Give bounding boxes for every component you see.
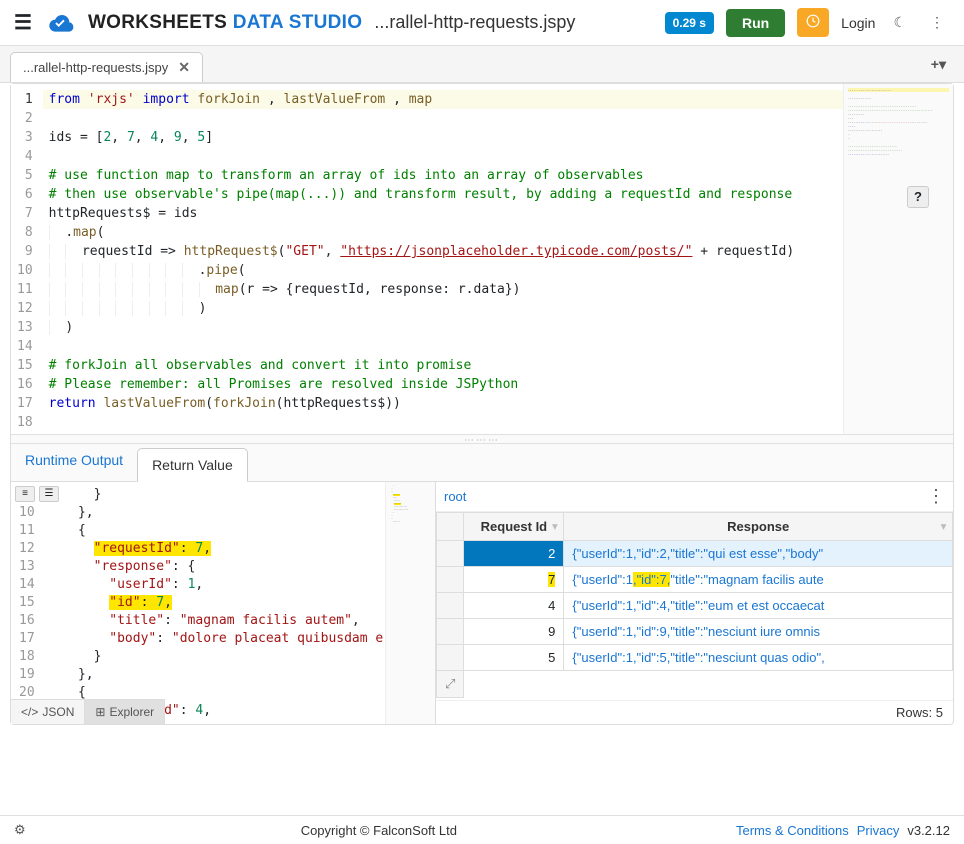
table-row[interactable]: 7{"userId":1,"id":7,"title":"magnam faci… — [437, 567, 953, 593]
editor-code[interactable]: from 'rxjs' import forkJoin , lastValueF… — [43, 84, 843, 434]
col-header-request-id[interactable]: Request Id▾ — [464, 513, 564, 541]
clock-icon — [806, 16, 820, 31]
privacy-link[interactable]: Privacy — [857, 823, 900, 838]
view-mode-explorer[interactable]: ⊞Explorer — [85, 700, 165, 724]
table-row[interactable]: 9{"userId":1,"id":9,"title":"nesciunt iu… — [437, 619, 953, 645]
cell-request-id[interactable]: 7 — [464, 567, 564, 593]
run-button[interactable]: Run — [726, 9, 785, 37]
editor-minimap[interactable]: ------------------------ ------------- -… — [843, 84, 953, 434]
code-editor[interactable]: 123456789101112131415161718 from 'rxjs' … — [11, 84, 953, 434]
run-time-badge: 0.29 s — [665, 12, 714, 34]
cell-request-id[interactable]: 9 — [464, 619, 564, 645]
terms-link[interactable]: Terms & Conditions — [736, 823, 849, 838]
editor-tab[interactable]: ...rallel-http-requests.jspy ✕ — [10, 52, 203, 82]
code-icon: </> — [21, 705, 38, 719]
result-grid[interactable]: Request Id▾ Response▾ 2{"userId":1,"id":… — [436, 512, 953, 698]
add-tab-button[interactable]: +▾ — [923, 52, 954, 77]
json-minimap[interactable]: - - - ------ ---- ----- ------ ---------… — [385, 482, 435, 724]
close-tab-icon[interactable]: ✕ — [178, 59, 190, 76]
table-row[interactable]: 4{"userId":1,"id":4,"title":"eum et est … — [437, 593, 953, 619]
view-mode-json[interactable]: </>JSON — [11, 700, 85, 724]
grid-icon: ⊞ — [95, 705, 105, 719]
tab-return-value[interactable]: Return Value — [137, 448, 248, 482]
row-grip[interactable] — [437, 541, 464, 567]
file-title: ...rallel-http-requests.jspy — [374, 12, 575, 33]
menu-icon[interactable]: ☰ — [14, 10, 32, 35]
cell-request-id[interactable]: 2 — [464, 541, 564, 567]
version-label: v3.2.12 — [907, 823, 950, 838]
expand-rows-icon[interactable]: ⤢ — [437, 671, 464, 698]
cell-request-id[interactable]: 5 — [464, 645, 564, 671]
table-row[interactable]: 2{"userId":1,"id":2,"title":"qui est ess… — [437, 541, 953, 567]
row-grip[interactable] — [437, 619, 464, 645]
cell-response[interactable]: {"userId":1,"id":5,"title":"nesciunt qua… — [564, 645, 953, 671]
theme-toggle-icon[interactable]: ☾ — [887, 10, 912, 35]
copyright-text: Copyright © FalconSoft Ltd — [26, 823, 732, 838]
table-row[interactable]: 5{"userId":1,"id":5,"title":"nesciunt qu… — [437, 645, 953, 671]
cell-response[interactable]: {"userId":1,"id":2,"title":"qui est esse… — [564, 541, 953, 567]
cell-response[interactable]: {"userId":1,"id":4,"title":"eum et est o… — [564, 593, 953, 619]
list-view-icon[interactable]: ≡ — [15, 486, 35, 502]
json-gutter: 9101112131415161718192021 — [11, 482, 43, 724]
row-grip[interactable] — [437, 645, 464, 671]
tab-label: ...rallel-http-requests.jspy — [23, 60, 168, 75]
cell-request-id[interactable]: 4 — [464, 593, 564, 619]
filter-icon[interactable]: ▾ — [941, 521, 946, 532]
schedule-button[interactable] — [797, 8, 829, 37]
json-viewer[interactable]: } }, { "requestId": 7, "response": { "us… — [43, 482, 385, 724]
col-header-response[interactable]: Response▾ — [564, 513, 953, 541]
help-button[interactable]: ? — [907, 186, 929, 208]
row-grip[interactable] — [437, 593, 464, 619]
row-selector-header[interactable] — [437, 513, 464, 541]
grid-more-icon[interactable]: ⋮ — [927, 486, 945, 507]
tree-view-icon[interactable]: ☰ — [39, 486, 59, 502]
cloud-logo-icon — [44, 11, 76, 35]
breadcrumb-root[interactable]: root — [444, 489, 466, 504]
settings-gear-icon[interactable]: ⚙ — [14, 822, 26, 838]
tab-runtime-output[interactable]: Runtime Output — [11, 444, 137, 481]
cell-response[interactable]: {"userId":1,"id":7,"title":"magnam facil… — [564, 567, 953, 593]
brand-title: WORKSHEETS DATA STUDIO — [88, 12, 362, 34]
row-grip[interactable] — [437, 567, 464, 593]
editor-gutter: 123456789101112131415161718 — [11, 84, 43, 434]
login-link[interactable]: Login — [841, 15, 875, 31]
filter-icon[interactable]: ▾ — [552, 521, 557, 532]
cell-response[interactable]: {"userId":1,"id":9,"title":"nesciunt iur… — [564, 619, 953, 645]
rows-count: Rows: 5 — [436, 700, 953, 724]
panel-splitter[interactable]: ⋯⋯⋯ — [11, 434, 953, 444]
more-menu-icon[interactable]: ⋮ — [924, 10, 950, 35]
